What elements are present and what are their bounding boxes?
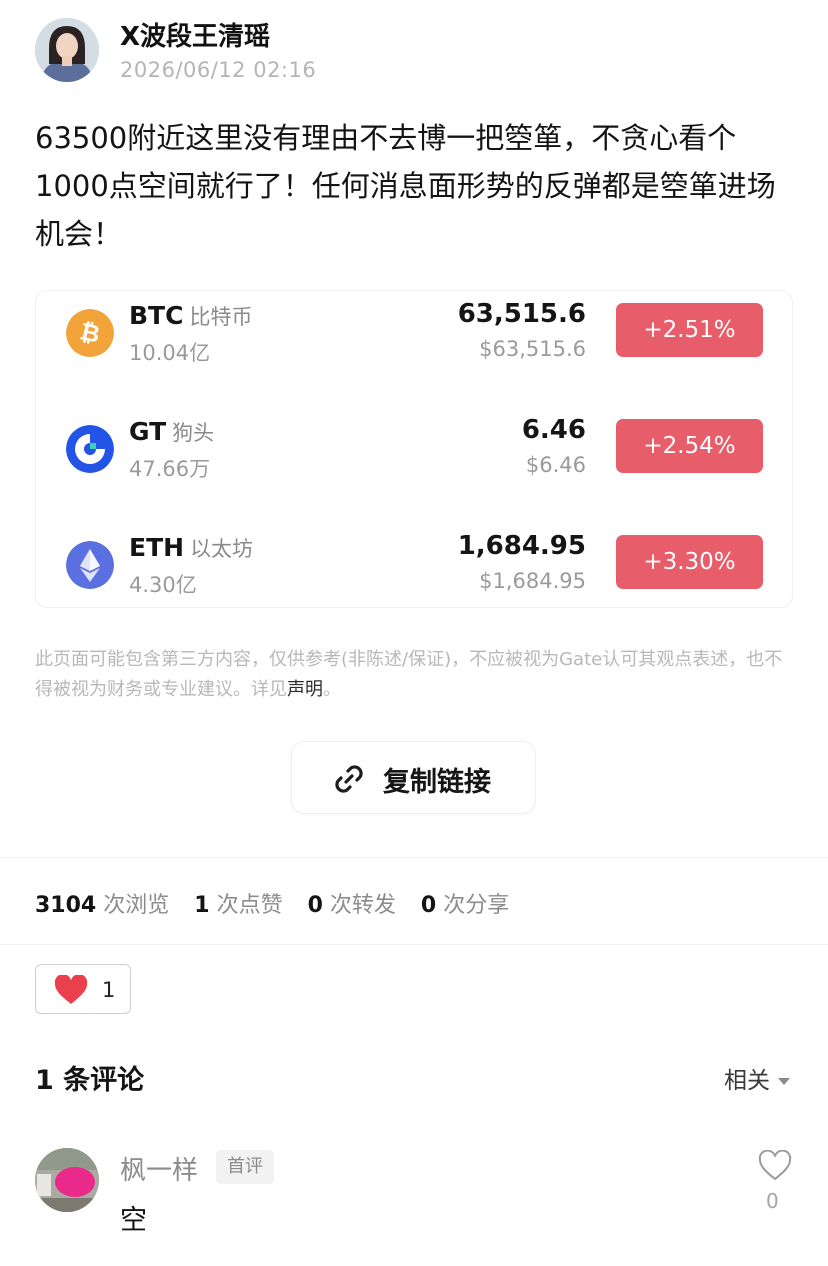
coin-price-usd: $63,515.6 — [479, 337, 586, 361]
coin-price-usd: $6.46 — [525, 453, 586, 477]
coin-price: 6.46 — [521, 415, 586, 445]
divider — [0, 857, 828, 858]
coin-symbol: ETH 以太坊 — [129, 533, 254, 562]
post-timestamp: 2026/06/12 02:16 — [120, 58, 317, 82]
coin-price: 63,515.6 — [457, 299, 586, 329]
comment-like-count: 0 — [766, 1189, 779, 1213]
post-stats: 3104 次浏览 1 次点赞 0 次转发 0 次分享 — [35, 887, 509, 919]
heart-outline-icon[interactable] — [758, 1150, 792, 1182]
coin-name-cn: 比特币 — [189, 305, 253, 329]
divider — [0, 944, 828, 945]
first-comment-badge: 首评 — [216, 1150, 274, 1184]
disclaimer-text: 此页面可能包含第三方内容，仅供参考(非陈述/保证)，不应被视为Gate认可其观点… — [35, 649, 783, 700]
gatetoken-icon — [66, 425, 114, 473]
copy-link-button[interactable]: 复制链接 — [291, 741, 536, 814]
heart-icon — [54, 975, 88, 1004]
coin-volume: 47.66万 — [129, 457, 211, 481]
like-reaction-button[interactable]: 1 — [35, 964, 131, 1014]
reposts-label: 次转发 — [329, 893, 396, 918]
author-name[interactable]: X波段王清瑶 — [120, 16, 270, 53]
coin-row-btc[interactable]: ₿ BTC 比特币 10.04亿 63,515.6 $63,515.6 +2.51… — [36, 291, 794, 367]
reposts-count: 0 — [307, 893, 323, 918]
coin-price: 1,684.95 — [457, 531, 586, 561]
coin-symbol: GT 狗头 — [129, 417, 215, 446]
shares-label: 次分享 — [443, 893, 510, 918]
change-badge[interactable]: +3.30% — [616, 535, 763, 589]
change-badge[interactable]: +2.54% — [616, 419, 763, 473]
disclaimer: 此页面可能包含第三方内容，仅供参考(非陈述/保证)，不应被视为Gate认可其观点… — [35, 645, 800, 705]
change-badge[interactable]: +2.51% — [616, 303, 763, 357]
bitcoin-icon: ₿ — [66, 309, 114, 357]
ethereum-icon — [66, 541, 114, 589]
coin-card: ₿ BTC 比特币 10.04亿 63,515.6 $63,515.6 +2.51… — [35, 290, 793, 608]
post-body: 63500附近这里没有理由不去博一把箜箪，不贪心看个1000点空间就行了！任何消… — [35, 121, 776, 251]
author-avatar[interactable] — [35, 18, 99, 82]
commenter-name[interactable]: 枫一样 — [120, 1150, 198, 1187]
coin-row-gt[interactable]: GT 狗头 47.66万 6.46 $6.46 +2.54% — [36, 407, 794, 483]
comment-text: 空 — [120, 1205, 147, 1236]
commenter-avatar[interactable] — [35, 1148, 99, 1212]
likes-label: 次点赞 — [216, 893, 283, 918]
disclaimer-link[interactable]: 声明 — [287, 679, 323, 700]
coin-row-eth[interactable]: ETH 以太坊 4.30亿 1,684.95 $1,684.95 +3.30% — [36, 523, 794, 599]
coin-name-cn: 以太坊 — [190, 537, 254, 561]
comment-sort-select[interactable]: 相关 — [724, 1061, 790, 1095]
post-page: X波段王清瑶 2026/06/12 02:16 63500附近这里没有理由不去博… — [0, 0, 828, 1266]
comments-title: 1 条评论 — [35, 1065, 145, 1096]
coin-volume: 10.04亿 — [129, 341, 211, 365]
coin-price-usd: $1,684.95 — [479, 569, 586, 593]
like-count: 1 — [102, 978, 116, 1002]
coin-symbol: BTC 比特币 — [129, 301, 253, 330]
shares-count: 0 — [420, 893, 437, 918]
views-count: 3104 — [35, 893, 97, 918]
likes-count: 1 — [194, 893, 210, 918]
coin-volume: 4.30亿 — [129, 573, 197, 597]
sort-label: 相关 — [724, 1068, 770, 1094]
link-icon — [335, 765, 363, 793]
copy-link-label: 复制链接 — [383, 767, 491, 798]
caret-down-icon — [778, 1078, 790, 1085]
coin-name-cn: 狗头 — [172, 421, 215, 445]
disclaimer-end: 。 — [323, 679, 341, 700]
views-label: 次浏览 — [103, 893, 170, 918]
